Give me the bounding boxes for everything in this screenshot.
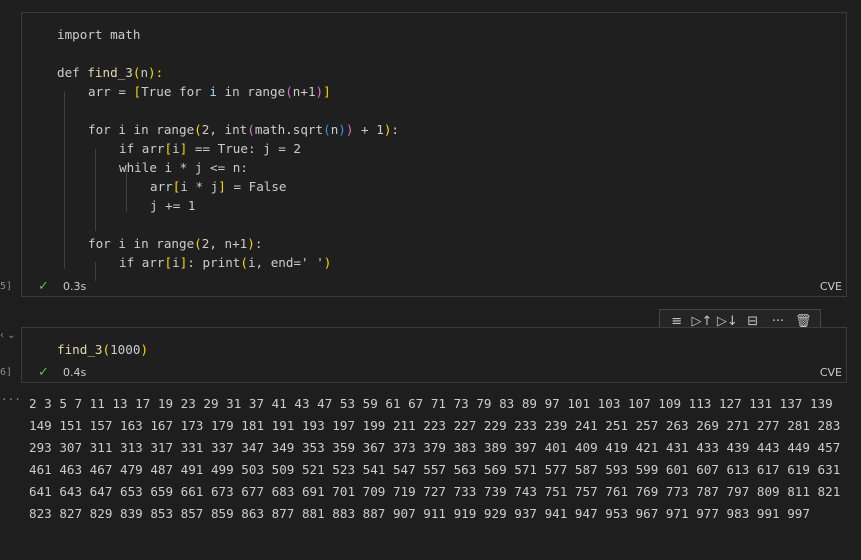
cell-output: 2 3 5 7 11 13 17 19 23 29 31 37 41 43 47… [29, 396, 848, 521]
kernel-label[interactable]: CVE [820, 366, 842, 379]
cell-status-bar: ✓ 0.3s CVE [22, 277, 846, 297]
cell-status-bar: ✓ 0.4s CVE [22, 363, 846, 383]
success-check-icon: ✓ [38, 365, 49, 380]
code-cell-2[interactable]: find_3(1000) ✓ 0.4s CVE [21, 327, 847, 383]
code-line[interactable]: def find_3(n): [57, 63, 163, 82]
collapse-chevron-icon[interactable]: ‹ ⌄ [0, 330, 16, 341]
code-line[interactable]: find_3(1000) [57, 340, 148, 359]
execution-count: 6] [0, 367, 13, 378]
code-line[interactable]: if arr[i] == True: j = 2 [119, 139, 301, 158]
code-line[interactable]: import math [57, 25, 140, 44]
indent-guide [64, 92, 65, 269]
code-cell-1[interactable]: import math def find_3(n): arr = [True f… [21, 12, 847, 297]
code-line[interactable]: while i * j <= n: [119, 158, 248, 177]
execution-time: 0.3s [63, 280, 87, 293]
code-line[interactable]: for i in range(2, n+1): [88, 234, 262, 253]
code-line[interactable]: if arr[i]: print(i, end=' ') [119, 253, 331, 272]
code-line[interactable]: arr = [True for i in range(n+1)] [88, 82, 331, 101]
execution-count: 5] [0, 281, 13, 292]
success-check-icon: ✓ [38, 279, 49, 294]
execution-time: 0.4s [63, 366, 87, 379]
indent-guide [95, 149, 96, 231]
code-line[interactable]: j += 1 [150, 196, 196, 215]
output-actions-icon[interactable]: ··· [1, 393, 21, 406]
kernel-label[interactable]: CVE [820, 280, 842, 293]
code-line[interactable]: arr[i * j] = False [150, 177, 287, 196]
code-line[interactable]: for i in range(2, int(math.sqrt(n)) + 1)… [88, 120, 399, 139]
